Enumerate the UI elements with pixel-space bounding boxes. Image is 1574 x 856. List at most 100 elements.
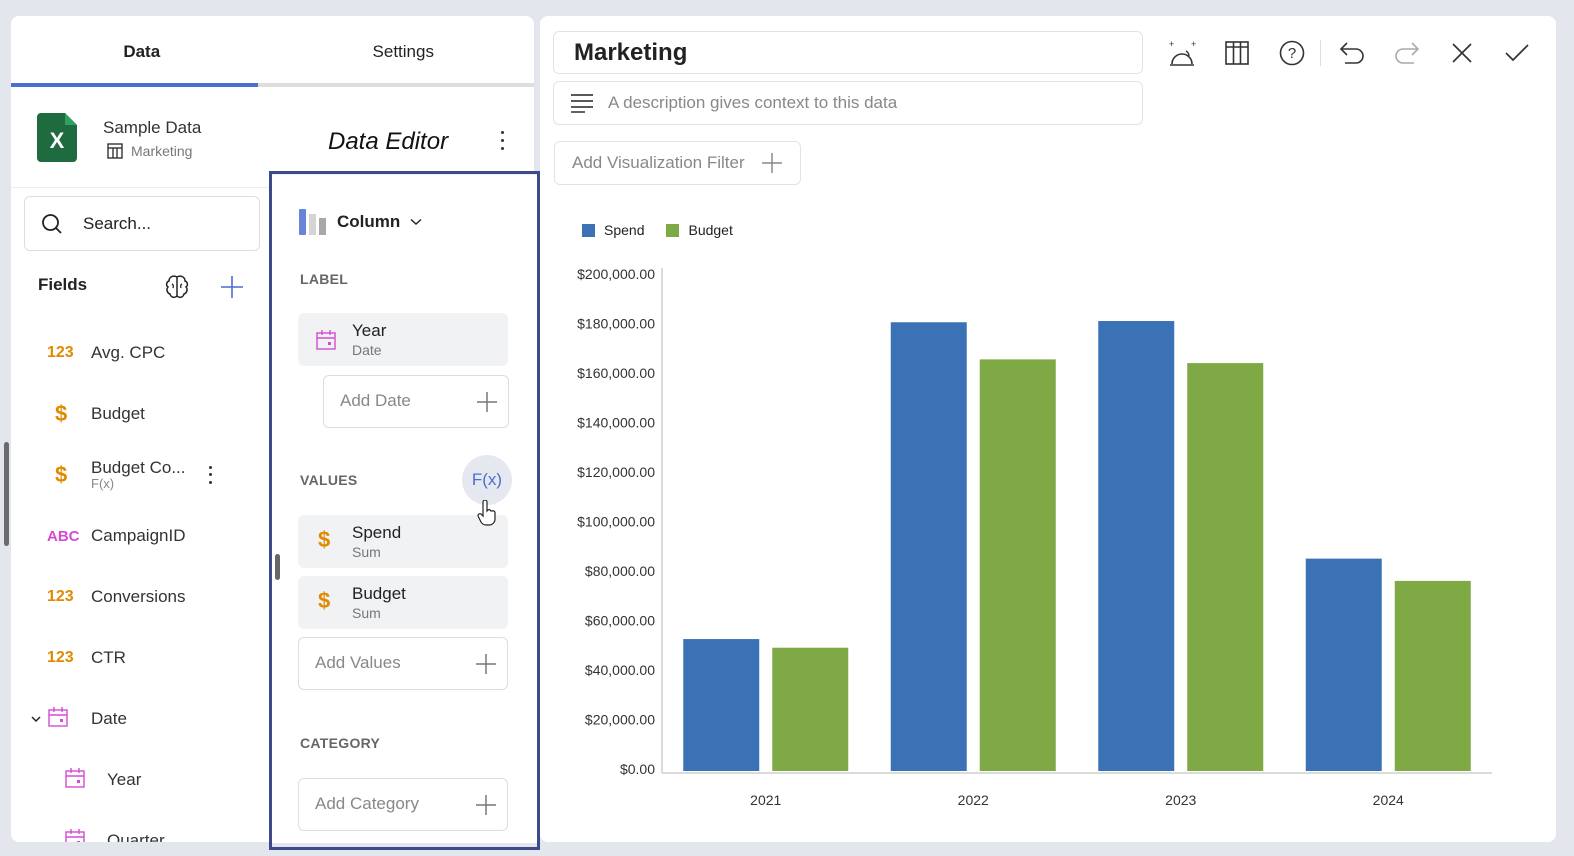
data-editor-title: Data Editor bbox=[328, 128, 449, 155]
redo-button[interactable] bbox=[1390, 36, 1424, 70]
source-sheet-name: Marketing bbox=[131, 143, 193, 159]
plus-icon bbox=[761, 153, 782, 173]
field-item[interactable]: Quarter bbox=[11, 821, 261, 842]
date-icon-wrap bbox=[64, 767, 103, 794]
editor-menu-button[interactable] bbox=[494, 128, 510, 152]
bar-budget-2024[interactable] bbox=[1394, 580, 1471, 771]
calendar-icon bbox=[65, 767, 85, 788]
table-icon bbox=[107, 143, 123, 159]
x-tick-label: 2022 bbox=[958, 792, 989, 808]
column-chart: $0.00 $20,000.00 $40,000.00 $60,000.00 $80,0… bbox=[577, 266, 1492, 808]
field-label: Date bbox=[91, 709, 127, 728]
visualization-title-input[interactable]: Marketing bbox=[553, 31, 1143, 74]
number-icon: 123 bbox=[47, 344, 74, 361]
search-icon bbox=[42, 213, 62, 234]
bar-spend-2022[interactable] bbox=[890, 322, 967, 771]
field-label: CTR bbox=[91, 648, 126, 667]
field-label: Year bbox=[107, 770, 142, 789]
svg-text:+: + bbox=[1191, 39, 1196, 49]
field-item-date[interactable]: Date bbox=[11, 699, 261, 739]
search-placeholder: Search... bbox=[83, 213, 152, 233]
bar-spend-2024[interactable] bbox=[1305, 558, 1382, 771]
field-item[interactable]: Year bbox=[11, 760, 261, 800]
chart-legend: Spend Budget bbox=[582, 222, 733, 238]
number-icon: 123 bbox=[47, 649, 74, 666]
field-item[interactable]: $ Budget bbox=[11, 394, 261, 434]
y-tick-label: $60,000.00 bbox=[585, 613, 655, 629]
y-tick-label: $100,000.00 bbox=[577, 514, 655, 530]
bar-budget-2022[interactable] bbox=[979, 359, 1056, 771]
check-icon bbox=[1505, 44, 1529, 62]
bar-budget-2021[interactable] bbox=[772, 647, 849, 771]
bar-budget-2023[interactable] bbox=[1187, 363, 1264, 771]
field-label: Avg. CPC bbox=[91, 343, 166, 362]
brain-icon[interactable] bbox=[164, 274, 190, 300]
tab-data[interactable]: Data bbox=[11, 16, 273, 88]
y-tick-label: $120,000.00 bbox=[577, 464, 655, 480]
tab-bar: Data Settings bbox=[11, 16, 534, 88]
y-tick-label: $80,000.00 bbox=[585, 563, 655, 579]
undo-icon bbox=[1339, 42, 1364, 64]
toolbar-divider bbox=[1320, 40, 1321, 66]
tab-settings[interactable]: Settings bbox=[273, 16, 535, 88]
field-label: Budget Co... bbox=[91, 458, 186, 477]
legend-label-spend: Spend bbox=[604, 222, 645, 238]
help-button[interactable]: ? bbox=[1275, 36, 1309, 70]
date-icon-wrap bbox=[64, 828, 103, 842]
bar-spend-2023[interactable] bbox=[1098, 321, 1175, 771]
search-input[interactable]: Search... bbox=[24, 196, 260, 251]
description-input[interactable]: A description gives context to this data bbox=[553, 81, 1143, 125]
legend-item-spend[interactable]: Spend bbox=[582, 222, 644, 238]
currency-icon: $ bbox=[55, 462, 68, 487]
add-visualization-filter-button[interactable]: Add Visualization Filter bbox=[554, 141, 801, 185]
field-item[interactable]: 123 Conversions bbox=[11, 577, 261, 617]
field-item[interactable]: ABC CampaignID bbox=[11, 516, 261, 556]
scrollbar[interactable] bbox=[4, 442, 9, 546]
help-icon: ? bbox=[1279, 40, 1305, 66]
y-tick-label: $180,000.00 bbox=[577, 316, 655, 332]
bar-spend-2021[interactable] bbox=[683, 639, 760, 771]
excel-icon: X bbox=[37, 113, 77, 162]
filter-label: Add Visualization Filter bbox=[572, 153, 745, 172]
description-icon bbox=[571, 94, 593, 113]
field-label: Conversions bbox=[91, 587, 186, 606]
source-sheet: Marketing bbox=[107, 143, 192, 159]
legend-item-budget[interactable]: Budget bbox=[666, 222, 733, 238]
undo-button[interactable] bbox=[1335, 36, 1369, 70]
currency-icon: $ bbox=[55, 401, 68, 426]
y-tick-label: $160,000.00 bbox=[577, 365, 655, 381]
field-item[interactable]: $ Budget Co... F(x) bbox=[11, 450, 261, 500]
text-icon: ABC bbox=[47, 527, 80, 545]
field-item[interactable]: 123 CTR bbox=[11, 638, 261, 678]
tab-indicator bbox=[11, 83, 258, 87]
tab-indicator-track bbox=[11, 83, 534, 87]
confirm-button[interactable] bbox=[1500, 36, 1534, 70]
date-icon-wrap bbox=[47, 706, 87, 733]
fields-header: Fields bbox=[38, 275, 88, 294]
y-tick-label: $0.00 bbox=[620, 761, 655, 777]
close-button[interactable] bbox=[1445, 36, 1479, 70]
data-source[interactable]: X Sample Data Marketing bbox=[11, 88, 269, 188]
legend-swatch-spend bbox=[582, 223, 595, 237]
field-item[interactable]: 123 Avg. CPC bbox=[11, 333, 261, 373]
redo-icon bbox=[1395, 42, 1420, 64]
chevron-down-icon[interactable] bbox=[31, 715, 41, 723]
magic-button[interactable]: + + bbox=[1165, 36, 1199, 70]
field-label: Budget bbox=[91, 404, 145, 423]
x-tick-label: 2021 bbox=[750, 792, 781, 808]
field-menu-button[interactable] bbox=[205, 464, 215, 486]
calendar-icon bbox=[65, 828, 85, 842]
y-tick-label: $200,000.00 bbox=[577, 266, 655, 282]
field-label: Quarter bbox=[107, 831, 165, 842]
x-tick-label: 2024 bbox=[1373, 792, 1404, 808]
source-name: Sample Data bbox=[103, 118, 202, 137]
legend-label-budget: Budget bbox=[688, 222, 733, 238]
magic-icon: + + bbox=[1169, 39, 1196, 66]
close-icon bbox=[1452, 43, 1472, 63]
y-tick-label: $40,000.00 bbox=[585, 662, 655, 678]
data-editor-highlight bbox=[269, 171, 540, 850]
x-tick-label: 2023 bbox=[1165, 792, 1196, 808]
svg-text:+: + bbox=[1169, 39, 1174, 49]
add-field-button[interactable] bbox=[220, 275, 244, 299]
data-grid-button[interactable] bbox=[1220, 36, 1254, 70]
